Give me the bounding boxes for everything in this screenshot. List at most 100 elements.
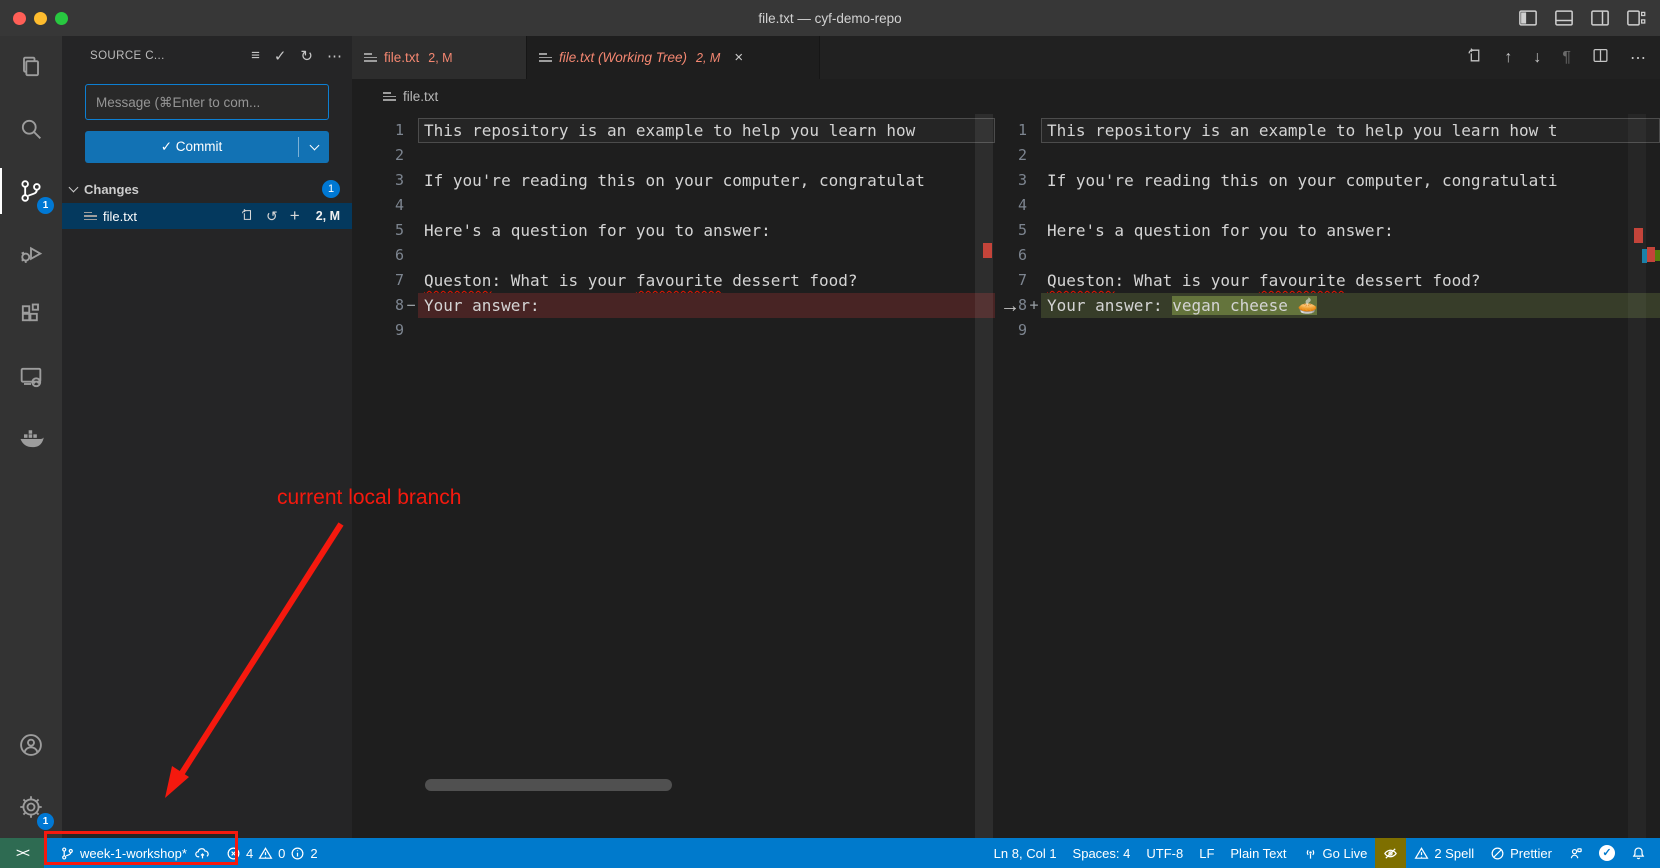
- code-line[interactable]: 8−Your answer:: [352, 293, 995, 318]
- code-line[interactable]: 5Here's a question for you to answer:: [995, 218, 1660, 243]
- encoding-status[interactable]: UTF-8: [1138, 838, 1191, 868]
- code-line[interactable]: 3If you're reading this on your computer…: [352, 168, 995, 193]
- code-line[interactable]: 3If you're reading this on your computer…: [995, 168, 1660, 193]
- tab-file-txt[interactable]: file.txt 2, M: [352, 36, 527, 79]
- error-count: 4: [246, 846, 253, 861]
- commit-dropdown-button[interactable]: [299, 145, 329, 149]
- feedback-status[interactable]: [1560, 838, 1591, 868]
- pilcrow-icon[interactable]: ¶: [1562, 49, 1571, 67]
- code-line[interactable]: 7Queston: What is your favourite dessert…: [352, 268, 995, 293]
- line-content: [1041, 243, 1660, 268]
- notifications-button[interactable]: [1623, 838, 1660, 868]
- more-actions-icon[interactable]: ⋯: [1630, 48, 1646, 68]
- accounts-icon[interactable]: [0, 714, 62, 776]
- sync-status[interactable]: ✓: [1591, 838, 1623, 868]
- overview-deleted-mark: [1647, 247, 1655, 262]
- docker-icon[interactable]: [0, 408, 62, 470]
- go-live-button[interactable]: Go Live: [1295, 838, 1376, 868]
- diff-original-pane[interactable]: 1This repository is an example to help y…: [352, 114, 995, 838]
- run-debug-icon[interactable]: [0, 222, 62, 284]
- tab-label: file.txt (Working Tree): [559, 50, 687, 65]
- line-content: [1041, 193, 1660, 218]
- titlebar: file.txt — cyf-demo-repo: [0, 0, 1660, 36]
- vscode-window: file.txt — cyf-demo-repo 1: [0, 0, 1660, 868]
- diff-marker: [1027, 168, 1041, 193]
- split-editor-icon[interactable]: [1592, 47, 1609, 69]
- tab-file-txt-working-tree[interactable]: file.txt (Working Tree) 2, M ×: [527, 36, 820, 79]
- scm-badge: 1: [37, 197, 54, 214]
- commit-action-icon[interactable]: ✓: [274, 47, 287, 65]
- settings-gear-icon[interactable]: 1: [0, 776, 62, 838]
- changed-file-row[interactable]: file.txt ↺ + 2, M: [62, 203, 352, 229]
- code-line[interactable]: 8+Your answer: vegan cheese 🥧: [995, 293, 1660, 318]
- stage-changes-icon[interactable]: +: [290, 206, 300, 226]
- eol-status[interactable]: LF: [1191, 838, 1222, 868]
- cursor-position-status[interactable]: Ln 8, Col 1: [986, 838, 1065, 868]
- prettier-status[interactable]: Prettier: [1482, 838, 1560, 868]
- diff-modified-pane[interactable]: → 1This repository is an example to help…: [995, 114, 1660, 838]
- diff-marker: [1027, 193, 1041, 218]
- line-number: 5: [995, 218, 1027, 243]
- source-control-sidebar: SOURCE C... ≡ ✓ ↻ ⋯ ✓ Commit Changes 1 f…: [62, 36, 352, 838]
- search-icon[interactable]: [0, 98, 62, 160]
- line-number: 7: [995, 268, 1027, 293]
- code-line[interactable]: 1This repository is an example to help y…: [995, 118, 1660, 143]
- diff-marker: [404, 218, 418, 243]
- horizontal-scrollbar[interactable]: [425, 779, 672, 791]
- discard-changes-icon[interactable]: ↺: [266, 208, 278, 225]
- line-number: 6: [995, 243, 1027, 268]
- tab-git-decoration: 2, M: [696, 51, 720, 65]
- code-line[interactable]: 9: [995, 318, 1660, 343]
- remote-window-button[interactable]: ><: [0, 838, 44, 868]
- language-mode-status[interactable]: Plain Text: [1222, 838, 1294, 868]
- bell-icon: [1631, 846, 1646, 861]
- more-actions-icon[interactable]: ⋯: [327, 47, 342, 65]
- eye-off-status-item[interactable]: [1375, 838, 1406, 868]
- code-line[interactable]: 4: [995, 193, 1660, 218]
- code-line[interactable]: 2: [995, 143, 1660, 168]
- code-line[interactable]: 6: [352, 243, 995, 268]
- refresh-icon[interactable]: ↻: [300, 47, 313, 65]
- code-line[interactable]: 4: [352, 193, 995, 218]
- commit-message-input[interactable]: [85, 84, 329, 120]
- code-line[interactable]: 9: [352, 318, 995, 343]
- next-change-icon[interactable]: ↓: [1533, 49, 1541, 67]
- line-number: 2: [352, 143, 404, 168]
- spell-checker-status[interactable]: 2 Spell: [1406, 838, 1482, 868]
- close-tab-icon[interactable]: ×: [734, 49, 743, 66]
- file-icon: [383, 90, 396, 103]
- code-line[interactable]: 2: [352, 143, 995, 168]
- diff-marker: [1027, 318, 1041, 343]
- code-line[interactable]: 6: [995, 243, 1660, 268]
- changes-section-header[interactable]: Changes 1: [62, 177, 352, 201]
- customize-layout-icon[interactable]: [1626, 8, 1646, 33]
- line-content: Queston: What is your favourite dessert …: [1041, 268, 1660, 293]
- changes-count-badge: 1: [322, 180, 340, 198]
- indentation-status[interactable]: Spaces: 4: [1065, 838, 1139, 868]
- code-line[interactable]: 1This repository is an example to help y…: [352, 118, 995, 143]
- annotation-highlight-box: [44, 831, 238, 865]
- code-line[interactable]: 5Here's a question for you to answer:: [352, 218, 995, 243]
- slash-circle-icon: [1490, 846, 1505, 861]
- vertical-scrollbar[interactable]: [1628, 114, 1646, 838]
- open-changes-icon[interactable]: [1466, 47, 1483, 69]
- code-line[interactable]: 7 Queston: What is your favourite dessert…: [995, 268, 1660, 293]
- vertical-scrollbar[interactable]: [975, 114, 993, 838]
- chevron-down-icon: [309, 141, 319, 151]
- remote-explorer-icon[interactable]: [0, 346, 62, 408]
- diff-revert-arrow-icon[interactable]: →: [998, 295, 1022, 318]
- commit-button[interactable]: ✓ Commit: [85, 131, 329, 163]
- toggle-panel-icon[interactable]: [1554, 8, 1574, 33]
- toggle-sidebar-icon[interactable]: [1518, 8, 1538, 33]
- open-file-icon[interactable]: [240, 208, 254, 225]
- previous-change-icon[interactable]: ↑: [1504, 49, 1512, 67]
- breadcrumb[interactable]: file.txt: [352, 79, 1660, 114]
- source-control-icon[interactable]: 1: [0, 160, 62, 222]
- extensions-icon[interactable]: [0, 284, 62, 346]
- diff-marker: [404, 118, 418, 143]
- explorer-icon[interactable]: [0, 36, 62, 98]
- view-as-list-icon[interactable]: ≡: [251, 47, 260, 65]
- warning-count: 0: [278, 846, 285, 861]
- toggle-secondary-sidebar-icon[interactable]: [1590, 8, 1610, 33]
- breadcrumb-file: file.txt: [403, 89, 438, 104]
